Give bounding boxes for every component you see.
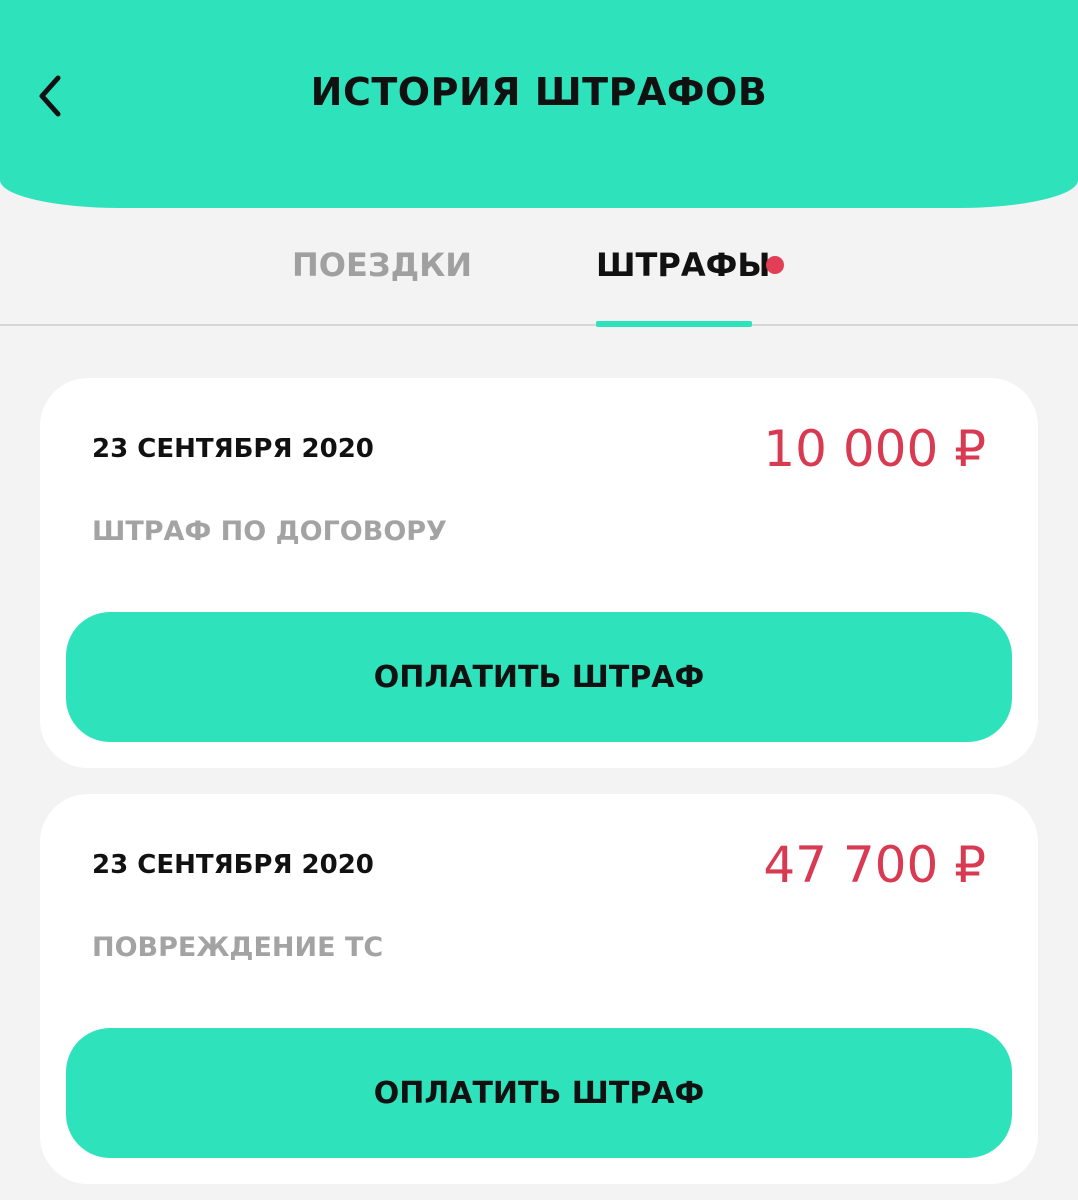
tab-trips-label: ПОЕЗДКИ <box>292 246 473 284</box>
fine-card: 23 СЕНТЯБРЯ 2020 47 700 ₽ ПОВРЕЖДЕНИЕ ТС… <box>40 794 1038 1184</box>
notification-badge <box>766 256 784 274</box>
fine-date: 23 СЕНТЯБРЯ 2020 <box>92 434 374 464</box>
fine-amount: 47 700 ₽ <box>763 836 986 894</box>
page-title: ИСТОРИЯ ШТРАФОВ <box>310 70 768 114</box>
tab-fines[interactable]: ШТРАФЫ <box>596 208 784 327</box>
fine-card: 23 СЕНТЯБРЯ 2020 10 000 ₽ ШТРАФ ПО ДОГОВ… <box>40 378 1038 768</box>
tab-trips[interactable]: ПОЕЗДКИ <box>280 208 473 324</box>
pay-fine-button[interactable]: ОПЛАТИТЬ ШТРАФ <box>66 612 1012 742</box>
fine-amount: 10 000 ₽ <box>763 420 986 478</box>
active-tab-indicator <box>596 321 752 327</box>
fine-date: 23 СЕНТЯБРЯ 2020 <box>92 850 374 880</box>
tab-fines-label: ШТРАФЫ <box>596 246 771 284</box>
pay-fine-button[interactable]: ОПЛАТИТЬ ШТРАФ <box>66 1028 1012 1158</box>
header: ИСТОРИЯ ШТРАФОВ <box>0 0 1078 208</box>
fine-type: ШТРАФ ПО ДОГОВОРУ <box>92 516 447 547</box>
tab-bar: ПОЕЗДКИ ШТРАФЫ <box>0 208 1078 327</box>
fine-type: ПОВРЕЖДЕНИЕ ТС <box>92 932 384 963</box>
